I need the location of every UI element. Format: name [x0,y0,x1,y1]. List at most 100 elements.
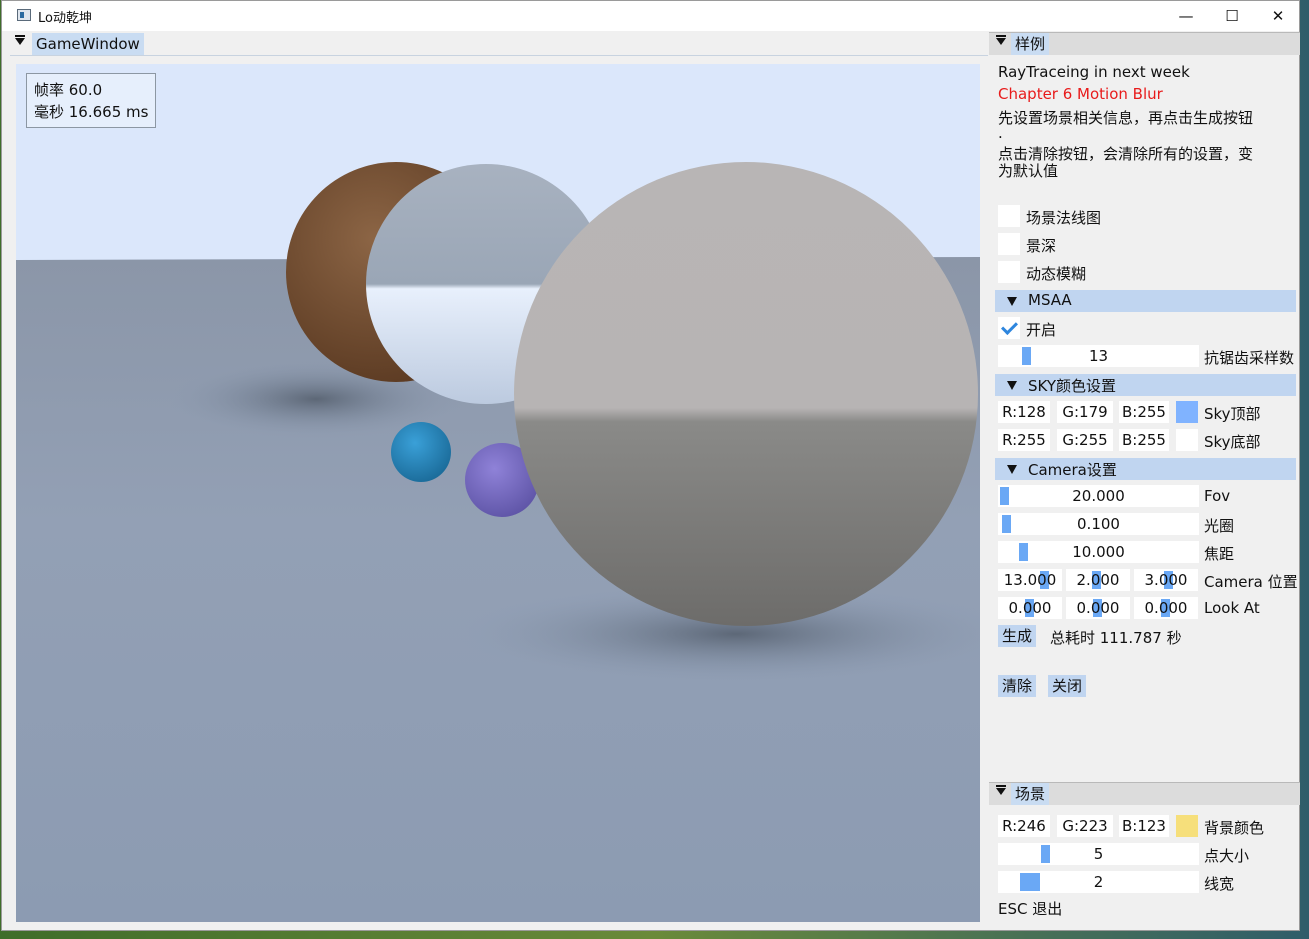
instruction-line-1b: . [998,124,1003,142]
focus-distance-value: 10.000 [1072,543,1125,561]
sky-top-b-field[interactable]: B:255 [1119,401,1169,423]
look-at-label: Look At [1204,599,1260,617]
title-bar: Lo动乾坤 — ☐ ✕ [2,1,1299,31]
look-at-x-slider[interactable]: 0.000 [998,597,1062,619]
msaa-samples-value: 13 [1088,347,1109,365]
look-at-z-slider[interactable]: 0.000 [1134,597,1198,619]
camera-position-label: Camera 位置 [1204,573,1298,591]
collapse-icon[interactable] [15,35,25,45]
normal-map-checkbox[interactable] [998,205,1020,227]
depth-of-field-checkbox[interactable] [998,233,1020,255]
sky-top-g-field[interactable]: G:179 [1057,401,1113,423]
slider-handle[interactable] [1019,543,1028,561]
fps-overlay: 帧率 60.0 毫秒 16.665 ms [26,73,156,128]
sky-bottom-label: Sky底部 [1204,433,1261,451]
motion-blur-checkbox[interactable] [998,261,1020,283]
bg-g-field[interactable]: G:223 [1057,815,1113,837]
raytraced-scene [16,64,980,922]
aperture-label: 光圈 [1204,517,1235,535]
camera-section-header[interactable]: Camera设置 [995,458,1296,480]
app-icon [17,9,31,21]
look-at-x-value: 0.000 [1008,599,1052,617]
line-width-slider[interactable]: 2 [998,871,1199,893]
bg-r-field[interactable]: R:246 [998,815,1050,837]
maximize-button[interactable]: ☐ [1209,1,1255,31]
camera-pos-y-slider[interactable]: 2.000 [1066,569,1130,591]
sky-bottom-g-field[interactable]: G:255 [1057,429,1113,451]
collapse-icon [1007,297,1017,306]
point-size-label: 点大小 [1204,847,1250,865]
normal-map-label: 场景法线图 [1026,209,1102,227]
camera-pos-z-slider[interactable]: 3.000 [1134,569,1198,591]
fov-label: Fov [1204,487,1231,505]
focus-distance-slider[interactable]: 10.000 [998,541,1199,563]
slider-handle[interactable] [1002,515,1011,533]
slider-handle[interactable] [1020,873,1040,891]
minimize-button[interactable]: — [1163,1,1209,31]
msaa-section-header[interactable]: MSAA [995,290,1296,312]
metal-sphere [514,162,978,626]
depth-of-field-label: 景深 [1026,237,1057,255]
blue-sphere [391,422,451,482]
esc-exit-label: ESC 退出 [998,900,1063,918]
sky-top-r-field[interactable]: R:128 [998,401,1050,423]
game-window-header: GameWindow [10,33,988,56]
sky-section-header[interactable]: SKY颜色设置 [995,374,1296,396]
line-width-value: 2 [1093,873,1104,891]
aperture-slider[interactable]: 0.100 [998,513,1199,535]
aperture-value: 0.100 [1077,515,1120,533]
look-at-y-slider[interactable]: 0.000 [1066,597,1130,619]
tab-sample[interactable]: 样例 [1011,33,1050,55]
total-time-label: 总耗时 111.787 秒 [1050,629,1182,647]
look-at-z-value: 0.000 [1144,599,1188,617]
collapse-icon [1007,465,1017,474]
bg-b-field[interactable]: B:123 [1119,815,1169,837]
focus-distance-label: 焦距 [1204,545,1235,563]
bg-color-label: 背景颜色 [1204,819,1265,837]
bg-color-swatch[interactable] [1176,815,1198,837]
sky-bottom-b-field[interactable]: B:255 [1119,429,1169,451]
instruction-line-2b: 为默认值 [998,162,1059,180]
tab-game-window[interactable]: GameWindow [32,33,144,55]
point-size-slider[interactable]: 5 [998,843,1199,865]
sky-title: SKY颜色设置 [1028,377,1116,395]
camera-pos-y-value: 2.000 [1076,571,1120,589]
sky-bottom-r-field[interactable]: R:255 [998,429,1050,451]
slider-handle[interactable] [1000,487,1009,505]
sky-top-color-swatch[interactable] [1176,401,1198,423]
close-panel-button[interactable]: 关闭 [1048,675,1087,697]
chapter-title: Chapter 6 Motion Blur [998,85,1163,103]
sky-top-label: Sky顶部 [1204,405,1261,423]
camera-pos-x-value: 13.000 [1003,571,1057,589]
collapse-icon[interactable] [996,35,1006,45]
window-title: Lo动乾坤 [38,11,92,26]
msaa-samples-label: 抗锯齿采样数 [1204,349,1295,367]
fov-value: 20.000 [1072,487,1125,505]
intro-line-1: RayTraceing in next week [998,63,1190,81]
scene-panel-header: 场景 [989,782,1300,805]
msaa-enable-checkbox[interactable] [998,317,1020,339]
slider-handle[interactable] [1041,845,1050,863]
msaa-samples-slider[interactable]: 13 [998,345,1199,367]
camera-pos-x-slider[interactable]: 13.000 [998,569,1062,591]
render-viewport[interactable] [16,64,980,922]
camera-title: Camera设置 [1028,461,1117,479]
clear-button[interactable]: 清除 [998,675,1037,697]
tab-scene[interactable]: 场景 [1011,783,1050,805]
msaa-enable-label: 开启 [1026,321,1057,339]
close-button[interactable]: ✕ [1255,1,1301,31]
fov-slider[interactable]: 20.000 [998,485,1199,507]
collapse-icon[interactable] [996,785,1006,795]
sample-panel-header: 样例 [989,32,1300,55]
motion-blur-label: 动态模糊 [1026,265,1087,283]
collapse-icon [1007,381,1017,390]
fps-label: 帧率 60.0 [34,81,103,99]
msaa-title: MSAA [1028,291,1072,309]
slider-handle[interactable] [1022,347,1031,365]
sky-bottom-color-swatch[interactable] [1176,429,1198,451]
frame-time-label: 毫秒 16.665 ms [34,103,149,121]
generate-button[interactable]: 生成 [998,625,1037,647]
instruction-line-1: 先设置场景相关信息，再点击生成按钮 [998,109,1254,127]
point-size-value: 5 [1093,845,1104,863]
camera-pos-z-value: 3.000 [1144,571,1188,589]
